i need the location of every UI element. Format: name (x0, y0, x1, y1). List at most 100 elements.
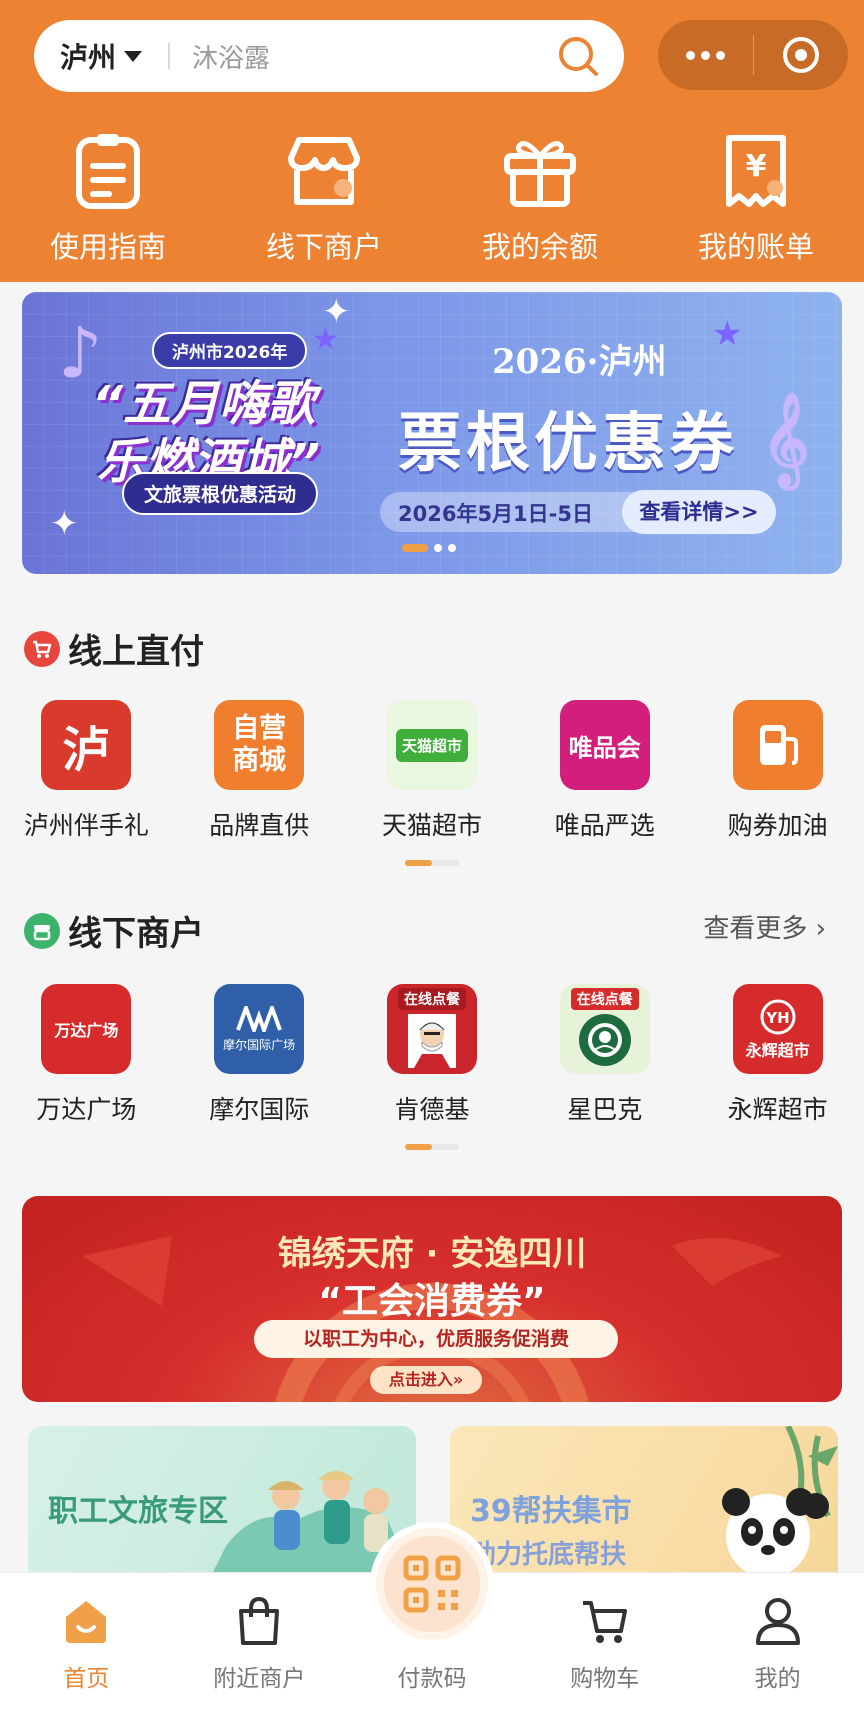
qr-code-icon (403, 1555, 461, 1613)
nav-bill[interactable]: ¥ 我的账单 (648, 132, 864, 266)
promo-line-1: 锦绣天府 · 安逸四川 (277, 1234, 587, 1274)
app-tile: 泸 (41, 700, 132, 790)
app-brand-direct[interactable]: 自营商城 品牌直供 (173, 700, 346, 842)
app-fuel-voucher[interactable]: 购券加油 (691, 700, 864, 842)
app-luzhou-gifts[interactable]: 泸 泸州伴手礼 (0, 700, 173, 842)
tab-label: 购物车 (570, 1666, 640, 1692)
star-icon: ★ (712, 314, 743, 354)
merchant-starbucks[interactable]: 在线点餐 星巴克 (518, 984, 691, 1126)
mini-program-capsule (658, 20, 848, 90)
nav-balance-label: 我的余额 (481, 230, 598, 264)
banner-date: 2026年5月1日-5日 (398, 502, 593, 526)
merchant-wanda[interactable]: 万达广场 万达广场 (0, 984, 173, 1126)
tile-text: 万达广场 (54, 1021, 119, 1040)
moore-logo-icon (236, 1005, 283, 1032)
banner-subtitle: 文旅票根优惠活动 (122, 472, 319, 515)
card-assistance-market[interactable]: 39帮扶集市 助力托底帮扶 (450, 1426, 838, 1586)
app-name: 品牌直供 (209, 811, 310, 840)
app-tile: 唯品会 (559, 700, 650, 790)
tab-nearby-stores[interactable]: 附近商户 (173, 1573, 346, 1724)
header: 泸州 沐浴露 使用指南 线下商户 我的余额 ¥ 我的账单 (0, 0, 864, 282)
promo-slogan: 以职工为中心，优质服务促消费 (254, 1320, 618, 1358)
panda-illustration (722, 1426, 838, 1578)
app-vipshop[interactable]: 唯品会 唯品严选 (518, 700, 691, 842)
city-selector[interactable]: 泸州 (60, 36, 116, 76)
search-bar[interactable]: 泸州 沐浴露 (34, 20, 624, 92)
nav-offline-stores[interactable]: 线下商户 (216, 132, 432, 266)
nav-offline-stores-label: 线下商户 (265, 230, 382, 264)
banner-main-title: 票根优惠券 (398, 406, 738, 481)
tile-text: 在线点餐 (397, 988, 466, 1010)
tile-text: 永辉超市 (745, 1041, 810, 1060)
carousel-indicator (402, 544, 456, 552)
nav-balance[interactable]: 我的余额 (432, 132, 648, 266)
svg-text:YH: YH (765, 1009, 789, 1027)
tab-cart[interactable]: 购物车 (518, 1573, 691, 1724)
app-tile: 自营商城 (214, 700, 305, 790)
yonghui-logo-icon: YH (760, 999, 796, 1035)
offline-section-header: 线下商户 (24, 906, 204, 955)
tile-text: 自营商城 (232, 713, 287, 776)
merchant-tile: YH 永辉超市 (732, 984, 823, 1074)
merchant-kfc[interactable]: 在线点餐 肯德基 (346, 984, 519, 1126)
shopping-bag-icon (239, 1596, 280, 1645)
user-icon (755, 1598, 800, 1645)
merchant-tile: 在线点餐 (386, 984, 477, 1074)
cart-badge-icon (24, 630, 60, 667)
offline-merchants-pager (405, 1144, 459, 1150)
top-nav: 使用指南 线下商户 我的余额 ¥ 我的账单 (0, 132, 864, 266)
tile-text: 在线点餐 (570, 988, 639, 1010)
merchant-tile: 摩尔国际广场 (214, 984, 305, 1074)
merchant-moore[interactable]: 摩尔国际广场 摩尔国际 (173, 984, 346, 1126)
app-name: 购券加油 (727, 811, 828, 840)
cart-icon (582, 1601, 627, 1643)
app-name: 唯品严选 (554, 811, 655, 840)
tile-text: 泸 (62, 722, 111, 778)
treble-clef-icon: 𝄞 (762, 392, 810, 485)
card-staff-travel[interactable]: 职工文旅专区 (28, 1426, 416, 1586)
star-icon: ★ (312, 322, 339, 357)
target-icon[interactable] (754, 20, 849, 90)
search-input[interactable]: 沐浴露 (192, 38, 552, 75)
app-name: 天猫超市 (381, 811, 482, 840)
app-tmall-supermarket[interactable]: 天猫超市 天猫超市 (346, 700, 519, 842)
svg-text:¥: ¥ (746, 149, 767, 184)
merchant-tile: 在线点餐 (559, 984, 650, 1074)
chevron-right-icon: › (815, 914, 826, 944)
banner-year-city: 2026·泸州 (492, 342, 667, 382)
banner-details-button[interactable]: 查看详情>> (622, 490, 776, 534)
view-more-label: 查看更多 (703, 914, 808, 944)
online-section-header: 线上直付 (24, 624, 204, 673)
bill-icon: ¥ (726, 135, 786, 207)
online-apps-pager (405, 860, 459, 866)
payment-code-button[interactable] (376, 1528, 488, 1640)
store-icon (288, 137, 360, 205)
qr-bubble-inner (384, 1536, 480, 1632)
nav-guide[interactable]: 使用指南 (0, 132, 216, 266)
tab-label: 附近商户 (213, 1666, 306, 1692)
tile-text: 摩尔国际广场 (223, 1037, 296, 1052)
merchant-name: 摩尔国际 (209, 1095, 310, 1124)
view-more-link[interactable]: 查看更多 › (703, 908, 826, 945)
caret-down-icon[interactable] (124, 50, 143, 62)
store-badge-icon (24, 912, 60, 949)
starbucks-logo-icon (578, 1014, 631, 1066)
promo-enter-button[interactable]: 点击进入» (370, 1366, 482, 1394)
more-icon[interactable] (658, 20, 753, 90)
merchant-tile: 万达广场 (41, 984, 132, 1074)
search-icon[interactable] (552, 30, 604, 82)
tab-home[interactable]: 首页 (0, 1573, 173, 1724)
sparkle-icon: ✦ (50, 504, 79, 544)
tab-me[interactable]: 我的 (691, 1573, 864, 1724)
card-subtitle: 助力托底帮扶 (470, 1540, 627, 1570)
merchant-yonghui[interactable]: YH 永辉超市 永辉超市 (691, 984, 864, 1126)
tab-label: 首页 (63, 1666, 110, 1692)
online-section-title: 线上直付 (68, 632, 204, 672)
tile-text: 唯品会 (568, 733, 641, 762)
guide-icon (76, 134, 140, 209)
tab-label: 付款码 (397, 1666, 467, 1692)
fuel-pump-icon (759, 725, 798, 765)
union-voucher-banner[interactable]: 锦绣天府 · 安逸四川 “工会消费券” 以职工为中心，优质服务促消费 点击进入» (22, 1196, 842, 1402)
merchant-name: 星巴克 (567, 1095, 643, 1124)
promo-banner-carousel[interactable]: ♪ ✦ ✦ ★ ★ 𝄞 泸州市2026年 “五月嗨歌 乐燃酒城” 文旅票根优惠活… (22, 292, 842, 574)
